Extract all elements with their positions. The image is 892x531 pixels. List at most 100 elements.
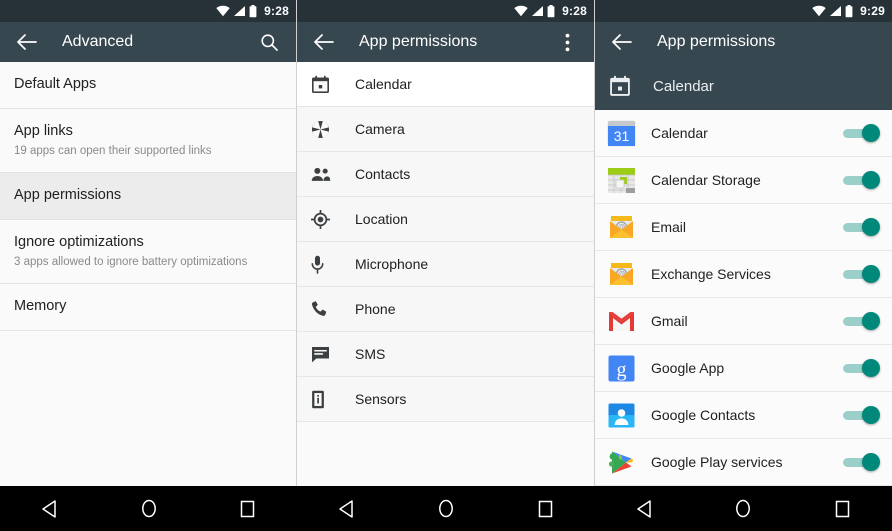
list-item[interactable]: App links 19 apps can open their support… [0, 108, 296, 174]
permission-toggle[interactable] [843, 123, 880, 143]
wifi-icon [216, 5, 230, 17]
signal-icon [532, 6, 544, 16]
status-time-2: 9:28 [562, 4, 587, 18]
permission-item-contacts[interactable]: Contacts [297, 152, 594, 197]
google-contacts-icon [607, 401, 636, 430]
nav-group-3 [595, 486, 892, 531]
signal-icon [830, 6, 842, 16]
app-row[interactable]: g Google App [595, 345, 892, 392]
permission-item-phone[interactable]: Phone [297, 287, 594, 332]
page-title: App permissions [359, 33, 478, 50]
app-row[interactable]: Google Play services [595, 439, 892, 486]
overflow-menu-icon[interactable] [554, 29, 580, 55]
home-button[interactable] [132, 492, 166, 526]
page-title: App permissions [657, 33, 776, 50]
back-arrow-icon[interactable] [311, 29, 337, 55]
permission-item-sms[interactable]: SMS [297, 332, 594, 377]
battery-icon [249, 4, 257, 17]
back-arrow-icon[interactable] [14, 29, 40, 55]
permission-label: Camera [355, 121, 405, 137]
back-button[interactable] [33, 492, 67, 526]
battery-icon [845, 4, 853, 17]
app-row[interactable]: Calendar Storage [595, 157, 892, 204]
permission-item-camera[interactable]: Camera [297, 107, 594, 152]
app-row[interactable]: @ Exchange Services [595, 251, 892, 298]
search-icon[interactable] [256, 29, 282, 55]
panel-app-permissions: 9:28 App permissions Calendar Camera Con… [296, 0, 594, 531]
permission-label: Contacts [355, 166, 411, 182]
permission-toggle[interactable] [843, 217, 880, 237]
list-item[interactable]: Memory [0, 284, 296, 331]
nav-group-1 [0, 486, 297, 531]
permission-item-microphone[interactable]: Microphone [297, 242, 594, 287]
toolbar-calendar-permissions: App permissions [595, 22, 892, 62]
permission-item-location[interactable]: Location [297, 197, 594, 242]
list-item-subtitle: 19 apps can open their supported links [14, 145, 212, 158]
status-time-3: 9:29 [860, 4, 885, 18]
sms-icon [311, 346, 339, 363]
system-navigation-bar [0, 486, 892, 531]
list-item-subtitle: 3 apps allowed to ignore battery optimiz… [14, 256, 248, 269]
phone-icon [311, 300, 339, 318]
app-name: Calendar Storage [651, 172, 761, 188]
toggle-thumb [862, 406, 880, 424]
page-title: Advanced [62, 33, 134, 50]
app-row[interactable]: 31 Calendar [595, 110, 892, 157]
permission-toggle[interactable] [843, 311, 880, 331]
recents-button[interactable] [231, 492, 265, 526]
toggle-thumb [862, 312, 880, 330]
back-button[interactable] [627, 492, 661, 526]
recents-button[interactable] [528, 492, 562, 526]
location-icon [311, 209, 339, 229]
home-button[interactable] [429, 492, 463, 526]
app-row[interactable]: @ Email [595, 204, 892, 251]
back-button[interactable] [330, 492, 364, 526]
permission-toggle[interactable] [843, 405, 880, 425]
back-arrow-icon[interactable] [609, 29, 635, 55]
app-name: Gmail [651, 313, 688, 329]
list-item-title: Ignore optimizations [14, 233, 144, 250]
app-row[interactable]: Google Contacts [595, 392, 892, 439]
permission-toggle[interactable] [843, 358, 880, 378]
email-icon: @ [607, 213, 636, 242]
permission-toggle[interactable] [843, 452, 880, 472]
app-row[interactable]: Gmail [595, 298, 892, 345]
home-button[interactable] [726, 492, 760, 526]
permission-label: Phone [355, 301, 396, 317]
app-name: Exchange Services [651, 266, 771, 282]
permission-toggle[interactable] [843, 264, 880, 284]
list-item-app-permissions[interactable]: App permissions [0, 173, 296, 220]
google-app-icon: g [607, 354, 636, 383]
svg-text:31: 31 [614, 128, 630, 144]
app-name: Calendar [651, 125, 708, 141]
status-bar-3: 9:29 [595, 0, 892, 22]
app-permission-list: 31 Calendar Calendar Storage @ Email @ E… [595, 110, 892, 486]
toolbar-app-permissions: App permissions [297, 22, 594, 62]
permission-groups-list: Calendar Camera Contacts Location Microp… [297, 62, 594, 486]
recents-button[interactable] [825, 492, 859, 526]
toggle-thumb [862, 453, 880, 471]
list-item[interactable]: Default Apps [0, 62, 296, 109]
panel-advanced-settings: 9:28 Advanced Default Apps App links 19 … [0, 0, 296, 531]
list-item-title: App links [14, 122, 73, 139]
microphone-icon [311, 255, 339, 274]
list-item[interactable]: Ignore optimizations 3 apps allowed to i… [0, 219, 296, 285]
calendar-icon [609, 75, 637, 97]
toggle-thumb [862, 359, 880, 377]
status-bar-1: 9:28 [0, 0, 296, 22]
wifi-icon [812, 5, 826, 17]
exchange-services-icon: @ [607, 260, 636, 289]
multi-panel-screenshot: 9:28 Advanced Default Apps App links 19 … [0, 0, 892, 531]
permission-item-sensors[interactable]: Sensors [297, 377, 594, 422]
app-name: Google App [651, 360, 725, 376]
list-item-title: Default Apps [14, 76, 97, 92]
permission-item-calendar[interactable]: Calendar [297, 62, 594, 107]
svg-text:g: g [617, 359, 627, 381]
permission-label: Calendar [355, 76, 412, 92]
calendar-storage-icon [607, 166, 636, 195]
status-icons-1 [216, 4, 257, 18]
permission-toggle[interactable] [843, 170, 880, 190]
app-name: Email [651, 219, 687, 235]
gmail-icon [607, 307, 636, 336]
status-icons-2 [514, 4, 555, 18]
